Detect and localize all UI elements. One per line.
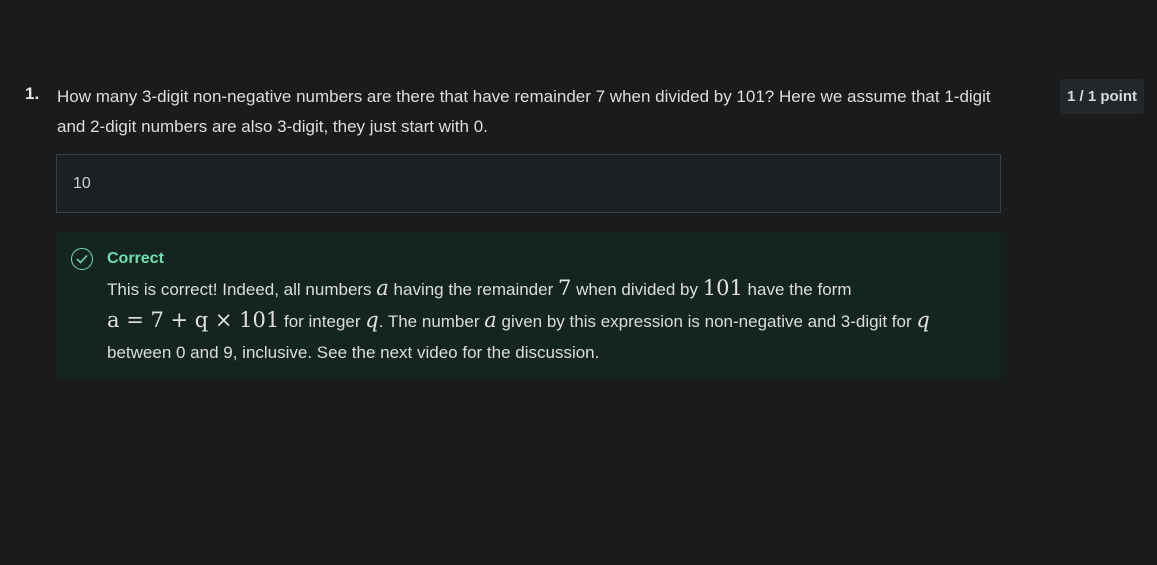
text: having the remainder	[388, 280, 558, 299]
text: This is correct! Indeed, all numbers	[107, 280, 377, 299]
math-expression: a = 7 + q × 101	[107, 308, 280, 332]
math-a: a	[376, 276, 389, 300]
text: for integer	[279, 312, 366, 331]
points-badge: 1 / 1 point	[1060, 79, 1144, 114]
text: between 0 and 9, inclusive. See the next…	[107, 343, 600, 362]
feedback-status: Correct	[107, 250, 164, 267]
answer-input[interactable]	[57, 155, 1000, 212]
math-101: 101	[702, 276, 743, 300]
feedback-box: Correct This is correct! Indeed, all num…	[56, 233, 1001, 379]
math-q: q	[916, 308, 930, 332]
question-number: 1.	[25, 84, 40, 103]
check-circle-icon	[71, 248, 93, 270]
text: . The number	[378, 312, 485, 331]
answer-field-container	[56, 154, 1001, 213]
text: given by this expression is non-negative…	[496, 312, 917, 331]
feedback-text: This is correct! Indeed, all numbers a h…	[107, 273, 987, 368]
math-a: a	[484, 308, 497, 332]
question-text: How many 3-digit non-negative numbers ar…	[57, 87, 991, 136]
text: when divided by	[571, 280, 703, 299]
math-q: q	[365, 308, 379, 332]
text: have the form	[742, 280, 852, 299]
math-7: 7	[557, 276, 572, 300]
